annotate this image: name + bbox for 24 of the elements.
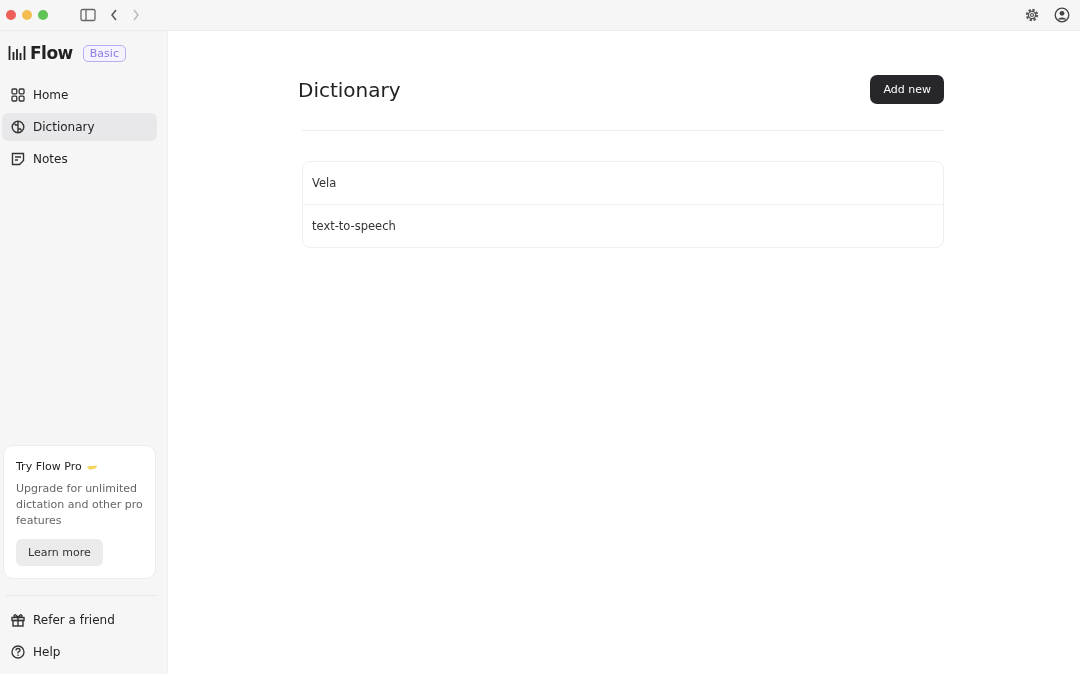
gift-icon bbox=[11, 613, 25, 627]
plan-badge: Basic bbox=[82, 44, 126, 62]
learn-more-button[interactable]: Learn more bbox=[16, 539, 103, 566]
app-name: Flow bbox=[30, 43, 73, 63]
page-title: Dictionary bbox=[298, 77, 401, 102]
promo-text: Upgrade for unlimited dictation and other pro features bbox=[16, 481, 143, 529]
note-icon bbox=[11, 152, 25, 166]
close-window-button[interactable] bbox=[6, 10, 16, 20]
sidebar-toggle-icon[interactable] bbox=[80, 8, 96, 22]
dictionary-entry[interactable]: Vela bbox=[303, 162, 943, 204]
sidebar-item[interactable]: Notes bbox=[2, 145, 157, 173]
settings-icon[interactable] bbox=[1024, 7, 1040, 23]
add-new-button[interactable]: Add new bbox=[870, 75, 944, 104]
sidebar-item[interactable]: Home bbox=[2, 81, 157, 109]
account-icon[interactable] bbox=[1054, 7, 1070, 23]
logo-icon bbox=[8, 45, 26, 61]
sidebar-item[interactable]: Refer a friend bbox=[2, 606, 157, 634]
promo-title: Try Flow Pro bbox=[16, 460, 82, 473]
help-icon bbox=[11, 645, 25, 659]
sidebar-item[interactable]: Help bbox=[2, 638, 157, 666]
dictionary-entry[interactable]: text-to-speech bbox=[303, 204, 943, 247]
sidebar-item[interactable]: Dictionary bbox=[2, 113, 157, 141]
back-icon[interactable] bbox=[110, 9, 118, 21]
grid-icon bbox=[11, 88, 25, 102]
